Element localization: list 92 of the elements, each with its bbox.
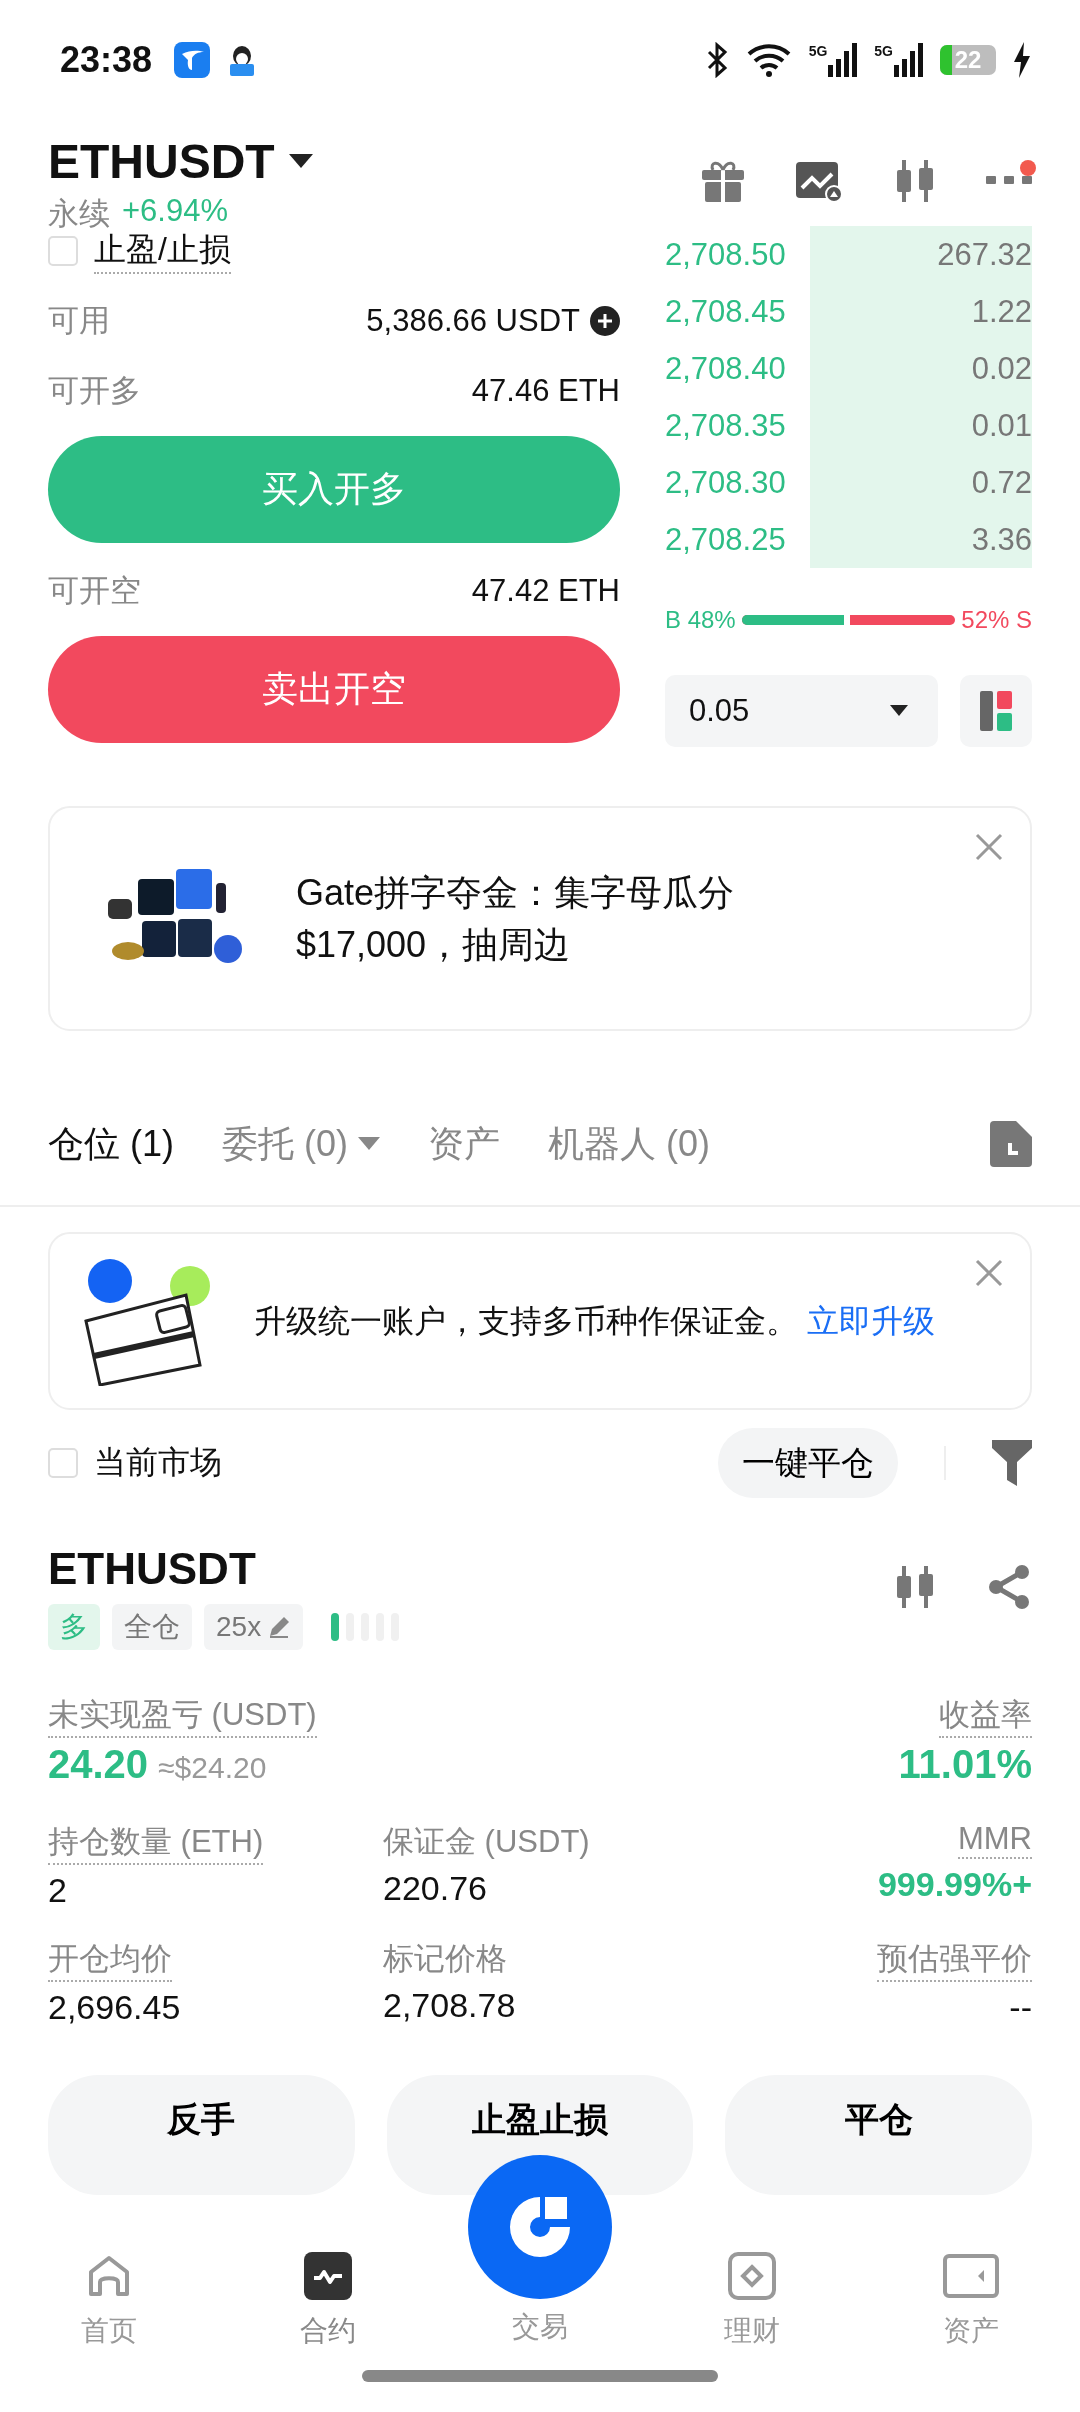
- tab[interactable]: 机器人 (0): [548, 1119, 710, 1169]
- tab[interactable]: 仓位 (1): [48, 1119, 174, 1169]
- battery-icon: 22: [940, 45, 996, 75]
- promo-card[interactable]: Gate拼字夺金：集字母瓜分 $17,000，抽周边: [48, 806, 1032, 1031]
- tp-sl-label[interactable]: 止盈/止损: [94, 228, 231, 274]
- layout-button[interactable]: [960, 675, 1032, 747]
- checkbox[interactable]: [48, 1448, 78, 1478]
- roe-label: 收益率: [939, 1694, 1032, 1738]
- tab[interactable]: 委托 (0): [222, 1119, 380, 1169]
- close-icon[interactable]: [974, 1258, 1004, 1288]
- bid-price[interactable]: 2,708.45: [665, 293, 810, 330]
- precision-dropdown[interactable]: 0.05: [665, 675, 938, 747]
- metric-label: 标记价格: [383, 1940, 507, 1978]
- max-short-label: 可开空: [48, 572, 141, 610]
- pnl-approx: ≈$24.20: [158, 1751, 267, 1784]
- metric-value: --: [1009, 1988, 1032, 2027]
- network-label: 5G: [808, 43, 828, 59]
- charging-icon: [1012, 42, 1032, 78]
- metric-value: 2,708.78: [383, 1986, 517, 2025]
- available-label: 可用: [48, 302, 110, 340]
- max-long-label: 可开多: [48, 372, 141, 410]
- current-market-label[interactable]: 当前市场: [94, 1441, 222, 1485]
- buy-ratio: B 48%: [665, 606, 736, 634]
- plus-icon[interactable]: [590, 306, 620, 336]
- metric-value: 2: [48, 1871, 68, 1910]
- metric-label: 保证金 (USDT): [383, 1823, 590, 1861]
- max-short-value: 47.42 ETH: [471, 573, 620, 609]
- metric-value: 2,696.45: [48, 1988, 182, 2027]
- nav-item[interactable]: 交易: [512, 2308, 568, 2346]
- side-tag: 多: [48, 1604, 100, 1650]
- bid-amount: 267.32: [810, 226, 1032, 283]
- more-icon[interactable]: [986, 174, 1032, 186]
- nav-item[interactable]: 理财: [643, 2200, 862, 2412]
- close-all-button[interactable]: 一键平仓: [718, 1428, 898, 1498]
- network-label: 5G: [874, 43, 893, 59]
- buy-long-button[interactable]: 买入开多: [48, 436, 620, 543]
- app-icon: [174, 42, 211, 78]
- metric-value: 220.76: [383, 1869, 488, 1908]
- action-button[interactable]: 平仓: [725, 2075, 1032, 2195]
- roe-value: 11.01%: [898, 1742, 1032, 1787]
- nav-item[interactable]: 合约: [218, 2200, 437, 2412]
- pencil-icon: [267, 1615, 292, 1639]
- bid-price[interactable]: 2,708.30: [665, 464, 810, 501]
- action-button[interactable]: 止盈止损: [386, 2075, 694, 2195]
- pnl-value: 24.20: [48, 1742, 149, 1786]
- notification-dot: [1020, 160, 1036, 176]
- document-icon[interactable]: [990, 1121, 1032, 1167]
- max-long-value: 47.46 ETH: [471, 373, 620, 409]
- available-value: 5,386.66 USDT: [366, 303, 580, 339]
- pnl-label: 未实现盈亏 (USDT): [48, 1694, 317, 1738]
- nav-item[interactable]: 资产: [861, 2200, 1080, 2412]
- bid-price[interactable]: 2,708.25: [665, 521, 810, 558]
- action-button[interactable]: 反手: [48, 2075, 355, 2195]
- metric-label: MMR: [957, 1821, 1032, 1859]
- bid-price[interactable]: 2,708.40: [665, 350, 810, 387]
- risk-meter-icon: [331, 1613, 402, 1641]
- bid-amount: 0.01: [810, 397, 1032, 454]
- caret-icon[interactable]: [288, 153, 313, 170]
- checkbox[interactable]: [48, 236, 78, 266]
- close-icon[interactable]: [974, 832, 1004, 862]
- symbol-title[interactable]: ETHUSDT: [48, 134, 275, 189]
- margin-mode-tag: 全仓: [112, 1604, 192, 1650]
- layout-icon: [980, 691, 1012, 731]
- bid-amount: 0.02: [810, 340, 1032, 397]
- bid-amount: 1.22: [810, 283, 1032, 340]
- metric-value: 999.99%+: [877, 1865, 1032, 1904]
- leverage-tag[interactable]: 25x: [204, 1604, 304, 1650]
- pulse-icon: [301, 2250, 354, 2302]
- upgrade-banner[interactable]: 升级统一账户，支持多币种作保证金。 立即升级: [48, 1232, 1032, 1410]
- signal-icon: [894, 43, 924, 77]
- metric-label: 持仓数量 (ETH): [48, 1821, 264, 1865]
- promo-text[interactable]: $17,000，抽周边: [296, 918, 735, 971]
- tab[interactable]: 资产: [428, 1119, 500, 1169]
- bid-amount: 3.36: [810, 511, 1032, 568]
- bid-amount: 0.72: [810, 454, 1032, 511]
- filter-icon[interactable]: [992, 1440, 1032, 1486]
- signal-icon: [828, 43, 859, 77]
- bid-price[interactable]: 2,708.35: [665, 407, 810, 444]
- share-icon[interactable]: [986, 1564, 1032, 1610]
- upgrade-text: 升级统一账户，支持多币种作保证金。: [254, 1303, 798, 1339]
- position-symbol: ETHUSDT: [48, 1544, 257, 1594]
- metric-label: 预估强平价: [877, 1938, 1032, 1982]
- promo-text[interactable]: Gate拼字夺金：集字母瓜分: [296, 866, 735, 919]
- price-change: +6.94%: [122, 193, 228, 230]
- nav-item[interactable]: 首页: [0, 2200, 219, 2412]
- upgrade-link[interactable]: 立即升级: [806, 1303, 935, 1339]
- metric-label: 开仓均价: [48, 1938, 172, 1982]
- sell-ratio: 52% S: [961, 606, 1032, 634]
- status-time: 23:38: [60, 39, 153, 81]
- bid-price[interactable]: 2,708.50: [665, 236, 810, 273]
- caret-icon: [890, 705, 908, 717]
- sell-short-button[interactable]: 卖出开空: [48, 636, 620, 743]
